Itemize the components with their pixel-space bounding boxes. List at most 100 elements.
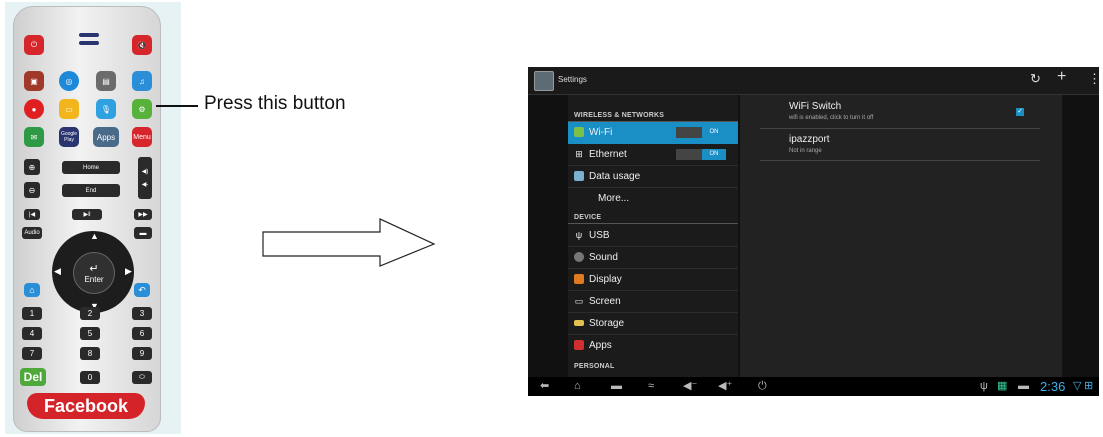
settings-item-ethernet[interactable]: ⊞ Ethernet ON	[568, 144, 738, 166]
volume-down-icon[interactable]: ◀⁻	[683, 380, 697, 393]
settings-item-storage[interactable]: Storage	[568, 313, 738, 335]
key-4[interactable]: 4	[22, 327, 42, 340]
left-arrow-icon[interactable]: ◀	[54, 266, 61, 277]
sound-icon	[574, 252, 584, 262]
key-1[interactable]: 1	[22, 307, 42, 320]
video-icon[interactable]: ▤	[96, 71, 116, 91]
settings-item-label: Ethernet	[589, 149, 627, 160]
mouse-toggle-icon[interactable]: ⬭	[132, 371, 152, 384]
settings-item-screen[interactable]: ▭ Screen	[568, 291, 738, 313]
settings-item-label: Display	[589, 274, 622, 285]
home-button[interactable]: Home	[62, 161, 120, 174]
volume-up-icon[interactable]: ◀⁺	[718, 380, 732, 393]
key-2[interactable]: 2	[80, 307, 100, 320]
home-nav-icon[interactable]: ⌂	[574, 380, 581, 393]
toggle-state: ON	[702, 127, 726, 138]
stop-icon[interactable]: ▬	[134, 227, 152, 239]
settings-item-more[interactable]: More...	[568, 188, 738, 210]
system-nav-bar: ⬅ ⌂ ▬ ≈ ◀⁻ ◀⁺ ⏻ ψ ▦ ▬ 2:36 ▽ ⊞	[528, 377, 1099, 396]
apps-button[interactable]: Apps	[93, 127, 119, 147]
enter-button[interactable]: ↵ Enter	[73, 252, 115, 294]
email-icon[interactable]: ✉	[24, 127, 44, 147]
delete-button[interactable]: Del	[20, 368, 46, 386]
music-icon[interactable]: ♫	[132, 71, 152, 91]
divider	[760, 160, 1040, 161]
facebook-button[interactable]: Facebook	[27, 393, 145, 419]
wifi-status-icon: ▽	[1073, 380, 1082, 392]
add-icon[interactable]: +	[1057, 69, 1066, 85]
category-divider	[568, 223, 738, 224]
key-3[interactable]: 3	[132, 307, 152, 320]
key-6[interactable]: 6	[132, 327, 152, 340]
wifi-checkbox[interactable]: ✓	[1016, 108, 1024, 116]
browser-icon[interactable]: ◎	[59, 71, 79, 91]
key-7[interactable]: 7	[22, 347, 42, 360]
settings-item-data-usage[interactable]: Data usage	[568, 166, 738, 188]
key-5[interactable]: 5	[80, 327, 100, 340]
wifi-switch-subtitle: wifi is enabled, click to turn it off	[789, 115, 874, 121]
screen-title: Settings	[558, 75, 587, 84]
wifi-icon	[574, 127, 584, 137]
microphone-icon[interactable]: 🎙	[96, 99, 116, 119]
usb-status-icon: ψ	[980, 380, 988, 392]
end-button[interactable]: End	[62, 184, 120, 197]
home-shortcut-icon[interactable]: ⌂	[24, 283, 40, 297]
callout-line	[156, 105, 198, 107]
storage-icon	[574, 320, 584, 326]
menu-lines-icon[interactable]	[78, 31, 100, 47]
next-track-icon[interactable]: ▶▶	[134, 209, 152, 220]
previous-track-icon[interactable]: |◀	[24, 209, 40, 220]
ethernet-icon: ⊞	[575, 149, 583, 159]
ethernet-toggle[interactable]: ON	[676, 149, 726, 160]
data-usage-icon	[574, 171, 584, 181]
settings-item-label: Storage	[589, 318, 625, 329]
settings-item-sound[interactable]: Sound	[568, 247, 738, 269]
settings-item-wifi[interactable]: Wi-Fi ON	[568, 122, 738, 144]
audio-button[interactable]: Audio	[22, 227, 42, 239]
wifi-toggle[interactable]: ON	[676, 127, 726, 138]
back-nav-icon[interactable]: ⬅	[540, 380, 549, 393]
play-pause-icon[interactable]: ▶‖	[72, 209, 102, 220]
power-nav-icon[interactable]: ⏻	[758, 380, 767, 393]
volume-rocker[interactable]: ◀) ◀-	[138, 157, 152, 199]
wifi-detail-pane: WiFi Switch wifi is enabled, click to tu…	[740, 95, 1062, 377]
zoom-out-icon[interactable]: ⊖	[24, 182, 40, 198]
wifi-switch-row[interactable]: WiFi Switch wifi is enabled, click to tu…	[740, 95, 1062, 129]
key-8[interactable]: 8	[80, 347, 100, 360]
usb-icon: ψ	[575, 230, 583, 240]
network-status-icon: ⊞	[1084, 380, 1094, 392]
recent-apps-icon[interactable]: ▬	[611, 380, 622, 393]
settings-item-usb[interactable]: ψ USB	[568, 225, 738, 247]
refresh-icon[interactable]: ↻	[1030, 72, 1041, 86]
settings-list: WIRELESS & NETWORKS Wi-Fi ON ⊞ Ethernet …	[568, 95, 738, 377]
network-row[interactable]: ipazzport Not in range	[740, 129, 1062, 161]
toggle-state: ON	[702, 149, 726, 160]
network-status: Not in range	[789, 148, 822, 154]
mute-button[interactable]: 🔇	[132, 35, 152, 55]
google-play-button[interactable]: Google Play	[59, 127, 79, 147]
zoom-in-icon[interactable]: ⊕	[24, 159, 40, 175]
settings-item-display[interactable]: Display	[568, 269, 738, 291]
settings-item-label: Sound	[589, 252, 618, 263]
settings-app-icon	[534, 71, 554, 91]
category-device: DEVICE	[574, 214, 602, 221]
network-name: ipazzport	[789, 134, 830, 145]
clock: 2:36	[1040, 379, 1066, 394]
right-arrow-icon[interactable]: ▶	[125, 266, 132, 277]
back-icon[interactable]: ↶	[134, 283, 150, 297]
key-0[interactable]: 0	[80, 371, 100, 384]
settings-gear-icon[interactable]: ⚙	[132, 99, 152, 119]
gallery-icon[interactable]: ▣	[24, 71, 44, 91]
settings-item-label: Apps	[589, 340, 612, 351]
key-9[interactable]: 9	[132, 347, 152, 360]
settings-item-apps[interactable]: Apps	[568, 335, 738, 357]
hide-bar-icon[interactable]: ≈	[648, 380, 654, 393]
menu-button[interactable]: Menu	[132, 127, 152, 147]
overflow-menu-icon[interactable]: ⋮	[1088, 72, 1099, 86]
chat-icon[interactable]: ●	[24, 99, 44, 119]
remote-control-illustration: ⏻ 🔇 ▣ ◎ ▤ ♫ ● ▭ 🎙 ⚙ ✉ Google Play Apps M…	[5, 2, 181, 434]
power-button[interactable]: ⏻	[24, 35, 44, 55]
folder-icon[interactable]: ▭	[59, 99, 79, 119]
up-arrow-icon[interactable]: ▲	[90, 231, 99, 241]
apps-icon	[574, 340, 584, 350]
